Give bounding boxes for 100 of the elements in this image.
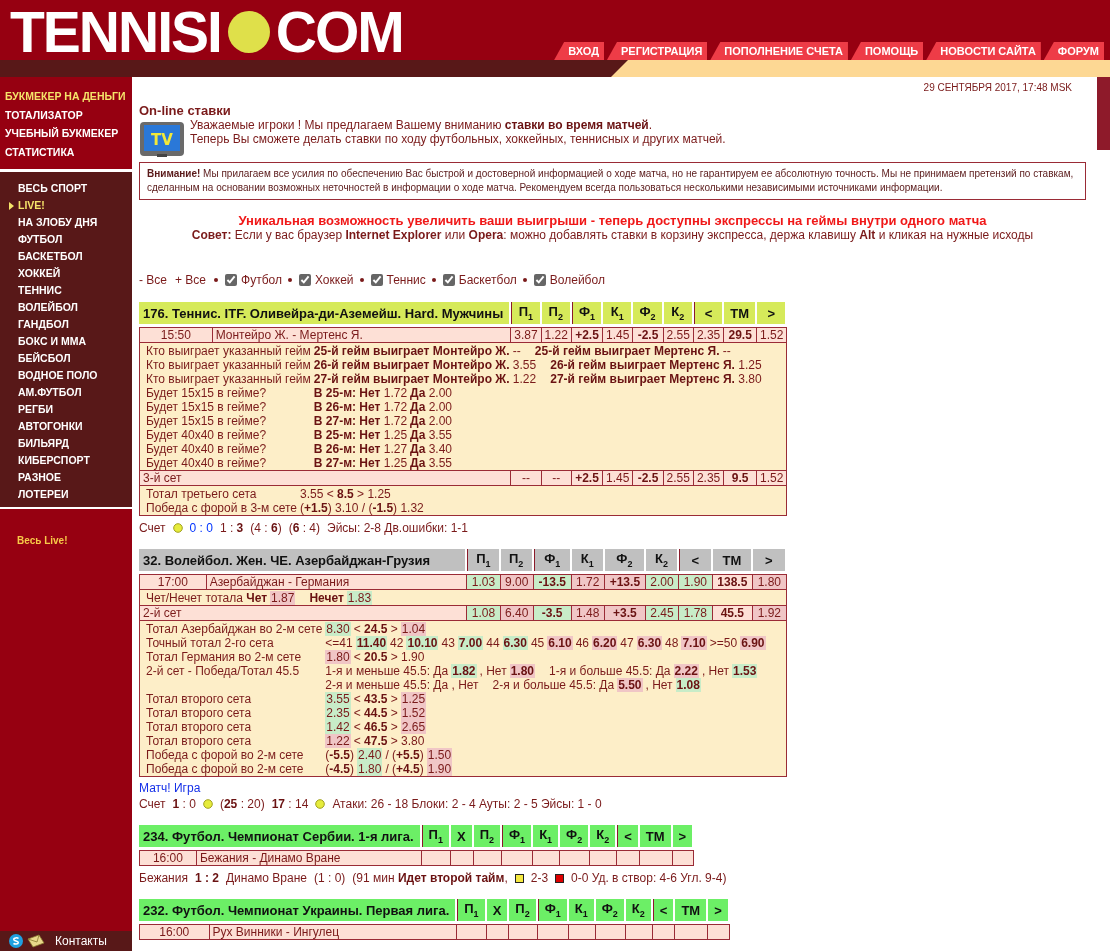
odds-cell[interactable]: 3.87 xyxy=(511,327,542,343)
odds-value[interactable]: 6.30 xyxy=(636,636,663,650)
sidebar-link[interactable]: ВЕСЬ СПОРТ xyxy=(9,180,132,197)
odds-value[interactable]: 1.04 xyxy=(400,622,427,636)
nav-tab[interactable]: ПОМОЩЬ xyxy=(850,42,924,60)
match-teams[interactable]: Рух Винники - Ингулец xyxy=(209,924,458,940)
match-teams[interactable]: Азербайджан - Германия xyxy=(206,574,468,590)
deselect-all-link[interactable]: - Все xyxy=(139,273,167,287)
sidebar-link[interactable]: БЕЙСБОЛ xyxy=(9,350,132,367)
odds-cell[interactable]: -2.5 xyxy=(633,327,664,343)
odds-cell[interactable]: 45.5 xyxy=(712,606,754,621)
odds-value[interactable]: 8.30 xyxy=(325,622,351,636)
odds-value[interactable]: 1.80 xyxy=(325,650,351,664)
odds-cell[interactable]: 1.22 xyxy=(541,327,572,343)
sidebar-link[interactable]: СТАТИСТИКА xyxy=(5,142,132,161)
sidebar-link[interactable]: НА ЗЛОБУ ДНЯ xyxy=(9,214,132,231)
filter-label[interactable]: Футбол xyxy=(241,273,282,287)
sidebar-link[interactable]: БАСКЕТБОЛ xyxy=(9,248,132,265)
odds-cell[interactable]: -3.5 xyxy=(533,606,572,621)
filter-label[interactable]: Хоккей xyxy=(314,273,354,287)
sidebar-link[interactable]: ЛОТЕРЕИ xyxy=(9,486,132,503)
scrollbar-thumb[interactable] xyxy=(1097,77,1110,150)
odds-value[interactable]: 1.80 xyxy=(357,762,383,776)
odds-cell[interactable]: -13.5 xyxy=(533,574,572,590)
match-link[interactable]: Матч! Игра xyxy=(139,781,1086,795)
odds-value[interactable]: 6.30 xyxy=(502,636,528,650)
sidebar-link[interactable]: УЧЕБНЫЙ БУКМЕКЕР xyxy=(5,124,132,143)
odds-value[interactable]: 10.10 xyxy=(406,636,439,650)
odds-value[interactable]: 2.35 xyxy=(325,706,351,720)
odds-value[interactable]: 7.00 xyxy=(457,636,484,650)
sidebar-link[interactable]: БУКМЕКЕР НА ДЕНЬГИ xyxy=(5,87,132,106)
odds-value[interactable]: 1.90 xyxy=(426,762,453,776)
odds-value[interactable]: 1.82 xyxy=(451,664,477,678)
odds-cell[interactable]: 29.5 xyxy=(724,327,758,343)
odds-value[interactable]: 11.40 xyxy=(355,636,388,650)
odds-value[interactable]: 1.53 xyxy=(732,664,758,678)
odds-value[interactable]: 2.22 xyxy=(673,664,699,678)
sidebar-link[interactable]: ГАНДБОЛ xyxy=(9,316,132,333)
odds-value[interactable]: 6.20 xyxy=(592,636,618,650)
odds-cell[interactable]: 2.00 xyxy=(645,574,680,590)
sidebar-link[interactable]: РАЗНОЕ xyxy=(9,469,132,486)
sidebar-link[interactable]: АМ.ФУТБОЛ xyxy=(9,384,132,401)
logo-text[interactable]: TENNISI xyxy=(10,7,221,57)
odds-value[interactable]: 2.40 xyxy=(357,748,383,762)
odds-cell[interactable]: +3.5 xyxy=(604,606,646,621)
odds-value[interactable]: 1.87 xyxy=(270,591,296,605)
odds-cell[interactable]: 1.08 xyxy=(467,606,501,621)
sidebar-link[interactable]: РЕГБИ xyxy=(9,401,132,418)
odds-value[interactable]: 3.55 xyxy=(325,692,351,706)
odds-value[interactable]: 6.10 xyxy=(547,636,573,650)
odds-value[interactable]: 1.83 xyxy=(346,591,373,605)
odds-value[interactable]: 7.10 xyxy=(681,636,707,650)
checkbox[interactable] xyxy=(533,274,546,286)
sidebar-link[interactable]: БИЛЬЯРД xyxy=(9,435,132,452)
checkbox[interactable] xyxy=(370,274,383,286)
odds-cell[interactable]: +2.5 xyxy=(571,471,604,486)
odds-cell[interactable]: 9.00 xyxy=(500,574,534,590)
odds-cell[interactable]: 1.03 xyxy=(467,574,501,590)
filter-label[interactable]: Баскетбол xyxy=(458,273,517,287)
odds-cell[interactable]: 1.48 xyxy=(571,606,605,621)
nav-tab[interactable]: ВХОД xyxy=(554,42,604,60)
sidebar-link[interactable]: ХОККЕЙ xyxy=(9,265,132,282)
odds-cell[interactable]: 1.45 xyxy=(603,471,634,486)
sidebar-link[interactable]: ТОТАЛИЗАТОР xyxy=(5,105,132,124)
odds-cell[interactable]: 1.92 xyxy=(753,606,787,621)
odds-cell[interactable]: 9.5 xyxy=(724,471,758,486)
odds-value[interactable]: 1.42 xyxy=(325,720,351,734)
odds-cell[interactable]: 1.45 xyxy=(603,327,634,343)
logo-text[interactable]: COM xyxy=(275,7,403,57)
odds-cell[interactable]: 2.55 xyxy=(663,327,694,343)
checkbox[interactable] xyxy=(225,274,238,286)
nav-tab[interactable]: НОВОСТИ САЙТА xyxy=(926,42,1041,60)
odds-value[interactable]: 1.25 xyxy=(400,692,427,706)
odds-cell[interactable]: -- xyxy=(541,471,572,486)
sidebar-link[interactable]: ФУТБОЛ xyxy=(9,231,132,248)
odds-value[interactable]: 1.50 xyxy=(426,748,453,762)
nav-tab[interactable]: ФОРУМ xyxy=(1043,42,1104,60)
sidebar-link[interactable]: БОКС И ММА xyxy=(9,333,132,350)
odds-cell[interactable]: 6.40 xyxy=(500,606,534,621)
odds-cell[interactable]: +2.5 xyxy=(571,327,604,343)
odds-value[interactable]: 1.80 xyxy=(509,664,535,678)
sidebar-link[interactable]: АВТОГОНКИ xyxy=(9,418,132,435)
odds-value[interactable]: 2.65 xyxy=(400,720,427,734)
checkbox[interactable] xyxy=(442,274,455,286)
odds-cell[interactable]: 138.5 xyxy=(712,574,754,590)
sidebar-link[interactable]: ВОДНОЕ ПОЛО xyxy=(9,367,132,384)
odds-cell[interactable]: 1.90 xyxy=(679,574,713,590)
all-live-link[interactable]: Весь Live! xyxy=(17,535,68,546)
sidebar-link[interactable]: ВОЛЕЙБОЛ xyxy=(9,299,132,316)
odds-value[interactable]: 1.08 xyxy=(675,678,701,692)
filter-label[interactable]: Волейбол xyxy=(549,273,605,287)
odds-cell[interactable]: 2.45 xyxy=(645,606,680,621)
odds-cell[interactable]: 2.55 xyxy=(663,471,694,486)
sidebar-link[interactable]: LIVE! xyxy=(9,197,132,214)
odds-cell[interactable]: -2.5 xyxy=(633,471,664,486)
odds-cell[interactable]: 2.35 xyxy=(693,471,725,486)
checkbox[interactable] xyxy=(298,274,311,286)
odds-cell[interactable]: 1.78 xyxy=(679,606,713,621)
filter-label[interactable]: Теннис xyxy=(386,273,426,287)
match-teams[interactable]: Монтейро Ж. - Мертенс Я. xyxy=(212,327,512,343)
